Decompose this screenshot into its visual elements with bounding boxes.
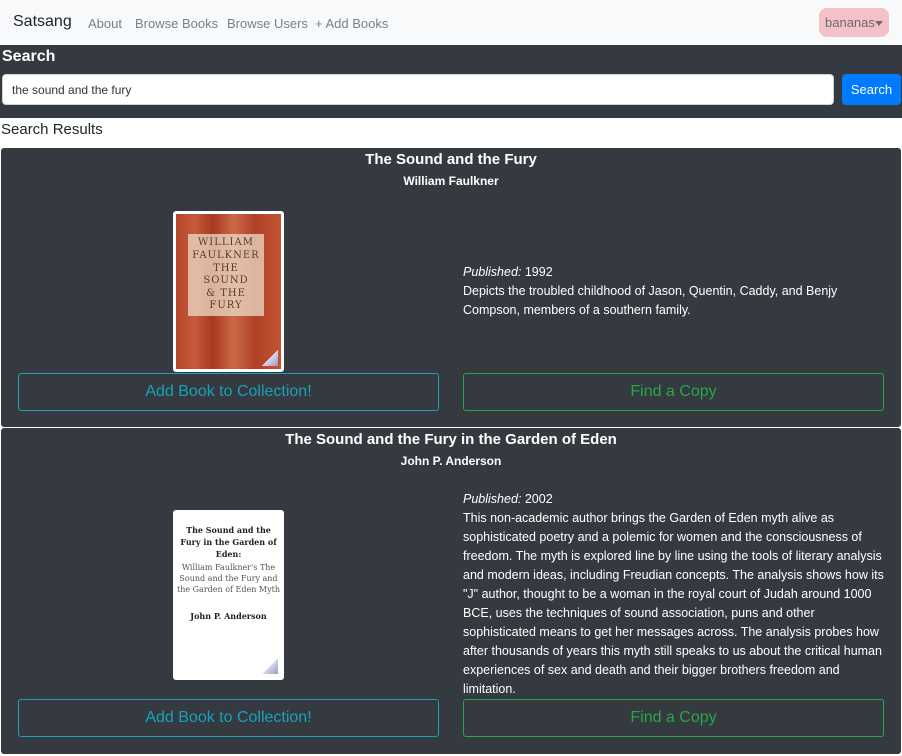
published-year: 1992 — [524, 265, 553, 279]
book-author: William Faulkner — [403, 174, 499, 188]
book-description: Depicts the troubled childhood of Jason,… — [463, 284, 838, 317]
cover-text: & THE FURY — [206, 288, 246, 311]
page-curl-icon — [262, 658, 278, 674]
results-heading: Search Results — [1, 121, 103, 138]
book-meta: Published: 1992 Depicts the troubled chi… — [463, 263, 887, 320]
cover-author: John P. Anderson — [190, 611, 267, 621]
book-title: The Sound and the Fury in the Garden of … — [285, 431, 617, 448]
page-curl-icon — [262, 350, 278, 366]
add-to-collection-button[interactable]: Add Book to Collection! — [18, 373, 439, 411]
cover-subtitle: William Faulkner's The Sound and the Fur… — [177, 563, 280, 594]
book-description: This non-academic author brings the Gard… — [463, 511, 884, 696]
book-card: The Sound and the Fury in the Garden of … — [1, 428, 901, 754]
cover-text: FAULKNER — [192, 250, 260, 261]
user-menu-button[interactable]: bananas — [819, 8, 889, 37]
book-author: John P. Anderson — [400, 454, 502, 468]
book-meta: Published: 2002 This non-academic author… — [463, 490, 887, 699]
book-card: The Sound and the Fury William Faulkner … — [1, 148, 901, 427]
nav-link-add-books[interactable]: + Add Books — [315, 16, 388, 31]
search-heading: Search — [2, 48, 56, 65]
published-label: Published: — [463, 492, 522, 506]
navbar: Satsang About Browse Books Browse Users … — [0, 0, 902, 45]
cover-text: THE SOUND — [203, 263, 249, 286]
published-label: Published: — [463, 265, 522, 279]
nav-link-browse-users[interactable]: Browse Users — [227, 16, 308, 31]
book-cover-image: The Sound and the Fury in the Garden of … — [173, 510, 284, 680]
caret-down-icon — [875, 21, 883, 26]
cover-title: The Sound and the Fury in the Garden of … — [180, 525, 277, 559]
search-panel: Search Search — [0, 45, 902, 118]
cover-text: WILLIAM — [198, 237, 254, 248]
book-title: The Sound and the Fury — [365, 151, 537, 168]
search-button[interactable]: Search — [842, 74, 901, 105]
add-to-collection-button[interactable]: Add Book to Collection! — [18, 699, 439, 737]
nav-link-about[interactable]: About — [88, 16, 122, 31]
find-a-copy-button[interactable]: Find a Copy — [463, 373, 884, 411]
published-year: 2002 — [524, 492, 553, 506]
find-a-copy-button[interactable]: Find a Copy — [463, 699, 884, 737]
book-cover-image: WILLIAM FAULKNER THE SOUND & THE FURY — [173, 211, 284, 372]
user-name: bananas — [825, 15, 875, 30]
search-input[interactable] — [2, 74, 834, 105]
brand-link[interactable]: Satsang — [13, 13, 72, 31]
nav-link-browse-books[interactable]: Browse Books — [135, 16, 218, 31]
